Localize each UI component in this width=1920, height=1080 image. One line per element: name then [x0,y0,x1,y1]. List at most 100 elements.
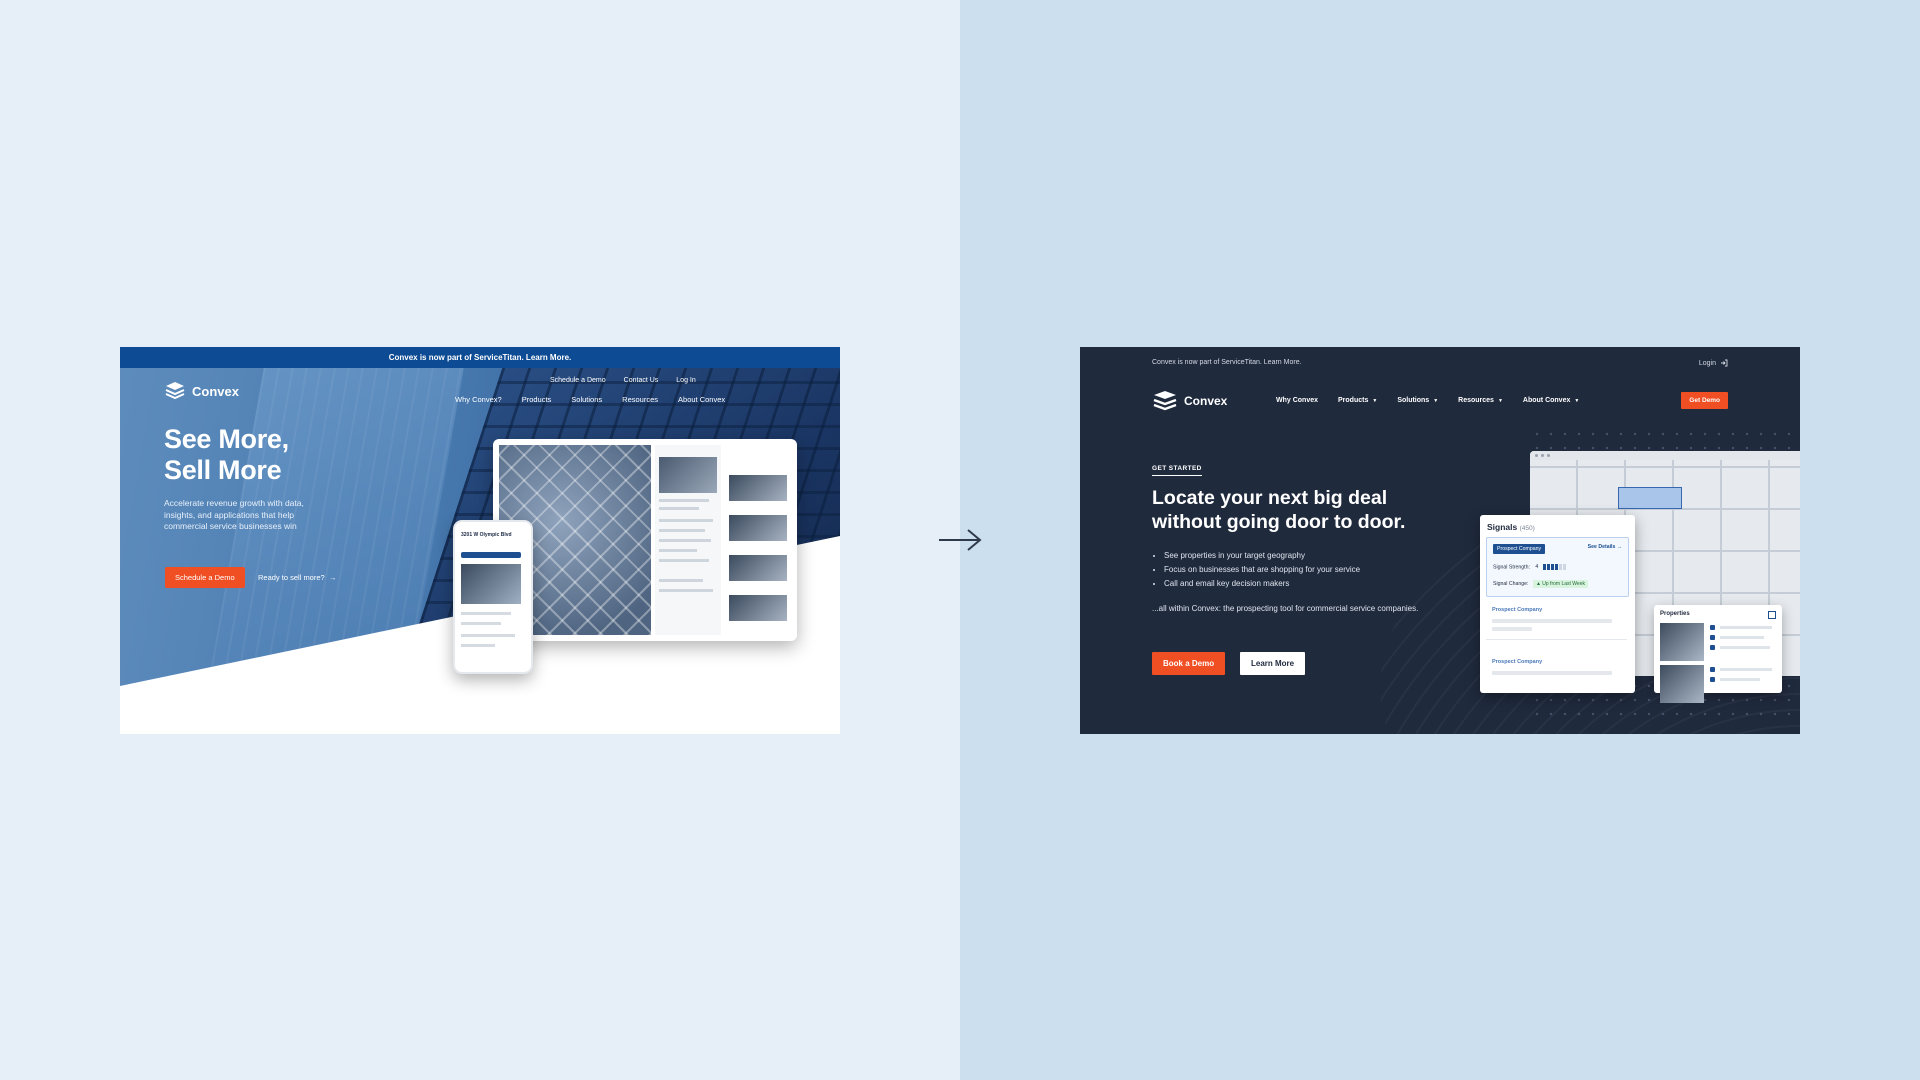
properties-list [725,445,791,635]
hero: Convex Schedule a Demo Contact Us Log In… [120,368,840,734]
login-icon [1721,359,1728,367]
skeleton-line [1492,619,1612,623]
feature-item: Focus on businesses that are shopping fo… [1164,563,1360,577]
signal-card-selected[interactable]: Prospect Company See Details → Signal St… [1486,537,1629,597]
logo[interactable]: Convex [164,380,239,402]
strength-bars [1542,564,1566,570]
detail-line [659,499,709,502]
nav-why-convex[interactable]: Why Convex? [455,395,502,404]
hero-subtext: Accelerate revenue growth with data, ins… [164,498,304,531]
list-icon[interactable] [1768,611,1776,619]
learn-more-button[interactable]: Learn More [1240,652,1306,675]
phone-line [461,644,495,647]
nav-resources[interactable]: Resources [622,395,658,404]
signals-label: Signals [1487,522,1518,532]
nav-solutions[interactable]: Solutions ▼ [1397,397,1438,404]
property-thumb [729,515,787,541]
checkbox-icon[interactable] [1710,625,1715,630]
checkbox-icon[interactable] [1710,645,1715,650]
skeleton-line [1720,678,1760,681]
logo[interactable]: Convex [1152,389,1227,413]
detail-line [659,579,703,582]
property-thumb [729,595,787,621]
chevron-down-icon: ▼ [1372,398,1378,404]
signals-title: Signals (450) [1487,522,1535,532]
detail-line [659,549,697,552]
nav-label: Why Convex [1276,397,1319,404]
nav-label: Resources [1458,397,1494,404]
top-links: Schedule a Demo Contact Us Log In [550,377,696,384]
properties-card: Properties [1654,605,1782,703]
property-photo [1660,623,1704,661]
nav-label: Solutions [1397,397,1430,404]
divider [1486,639,1627,640]
before-screenshot: Convex is now part of ServiceTitan. Lear… [120,347,840,734]
phone-title: 3201 W Olympic Blvd [461,532,512,538]
login-link[interactable]: Login [1699,359,1728,367]
schedule-demo-link[interactable]: Schedule a Demo [550,377,606,384]
prospect-company-link[interactable]: Prospect Company [1492,659,1542,665]
change-label: Signal Change: [1493,581,1529,587]
skeleton-line [1720,626,1772,629]
phone-photo [461,564,521,604]
nav-about[interactable]: About Convex [678,395,725,404]
announcement-bar[interactable]: Convex is now part of ServiceTitan. Lear… [120,347,840,368]
nav-about[interactable]: About Convex ▼ [1523,397,1579,404]
phone-line [461,622,501,625]
contact-us-link[interactable]: Contact Us [624,377,659,384]
detail-line [659,507,699,510]
nav-resources[interactable]: Resources ▼ [1458,397,1503,404]
nav-solutions[interactable]: Solutions [571,395,602,404]
chevron-down-icon: ▼ [1433,398,1439,404]
schedule-demo-button[interactable]: Schedule a Demo [165,567,245,588]
ready-to-sell-link[interactable]: Ready to sell more? → [258,573,336,582]
announcement-text[interactable]: Convex is now part of ServiceTitan. Lear… [1152,359,1302,366]
checkbox-icon[interactable] [1710,677,1715,682]
feature-list: See properties in your target geography … [1154,549,1360,591]
prospect-company-link[interactable]: Prospect Company [1492,607,1542,613]
detail-line [659,559,709,562]
property-detail-panel [655,445,721,635]
logo-text: Convex [192,383,239,399]
book-demo-button[interactable]: Book a Demo [1152,652,1226,675]
convex-logo-icon [1153,391,1177,411]
see-details-label: See Details [1587,544,1616,550]
strength-label: Signal Strength: [1493,564,1530,571]
get-demo-button[interactable]: Get Demo [1681,392,1728,409]
nav-why-convex[interactable]: Why Convex [1276,397,1318,404]
hero-headline: Locate your next big deal without going … [1152,487,1406,533]
detail-line [659,519,713,522]
after-screenshot: Convex is now part of ServiceTitan. Lear… [1080,347,1800,734]
phone-mockup: 3201 W Olympic Blvd [453,520,533,674]
feature-item: See properties in your target geography [1164,549,1360,563]
log-in-link[interactable]: Log In [676,377,695,384]
checkbox-icon[interactable] [1710,667,1715,672]
nav-products[interactable]: Products [522,395,552,404]
main-nav: Why Convex? Products Solutions Resources… [455,395,725,404]
property-thumb [729,475,787,501]
hero-headline: See More, Sell More [164,424,289,486]
chevron-down-icon: ▼ [1497,398,1503,404]
feature-item: Call and email key decision makers [1164,577,1360,591]
skeleton-line [1720,636,1764,639]
detail-line [659,589,713,592]
property-thumb [729,555,787,581]
main-nav: Why Convex Products ▼ Solutions ▼ Resource… [1276,397,1579,404]
signal-change-row: Signal Change: ▲ Up from Last Week [1493,580,1588,588]
see-details-link[interactable]: See Details → [1588,544,1622,550]
arrow-right-icon: → [326,573,337,582]
eyebrow: GET STARTED [1152,465,1202,476]
nav-products[interactable]: Products ▼ [1338,397,1377,404]
headline-line-2: Sell More [164,455,282,485]
arrow-right-icon [939,529,982,551]
prospect-company-badge: Prospect Company [1493,544,1546,554]
change-badge: ▲ Up from Last Week [1532,580,1588,588]
strength-value: 4 [1535,564,1539,571]
signals-count: (450) [1519,525,1535,532]
ready-to-sell-label: Ready to sell more? [258,573,325,582]
login-label: Login [1698,359,1716,367]
checkbox-icon[interactable] [1710,635,1715,640]
property-photo [659,457,717,493]
property-photo [1660,665,1704,703]
signal-strength-row: Signal Strength: 4 [1493,564,1566,570]
